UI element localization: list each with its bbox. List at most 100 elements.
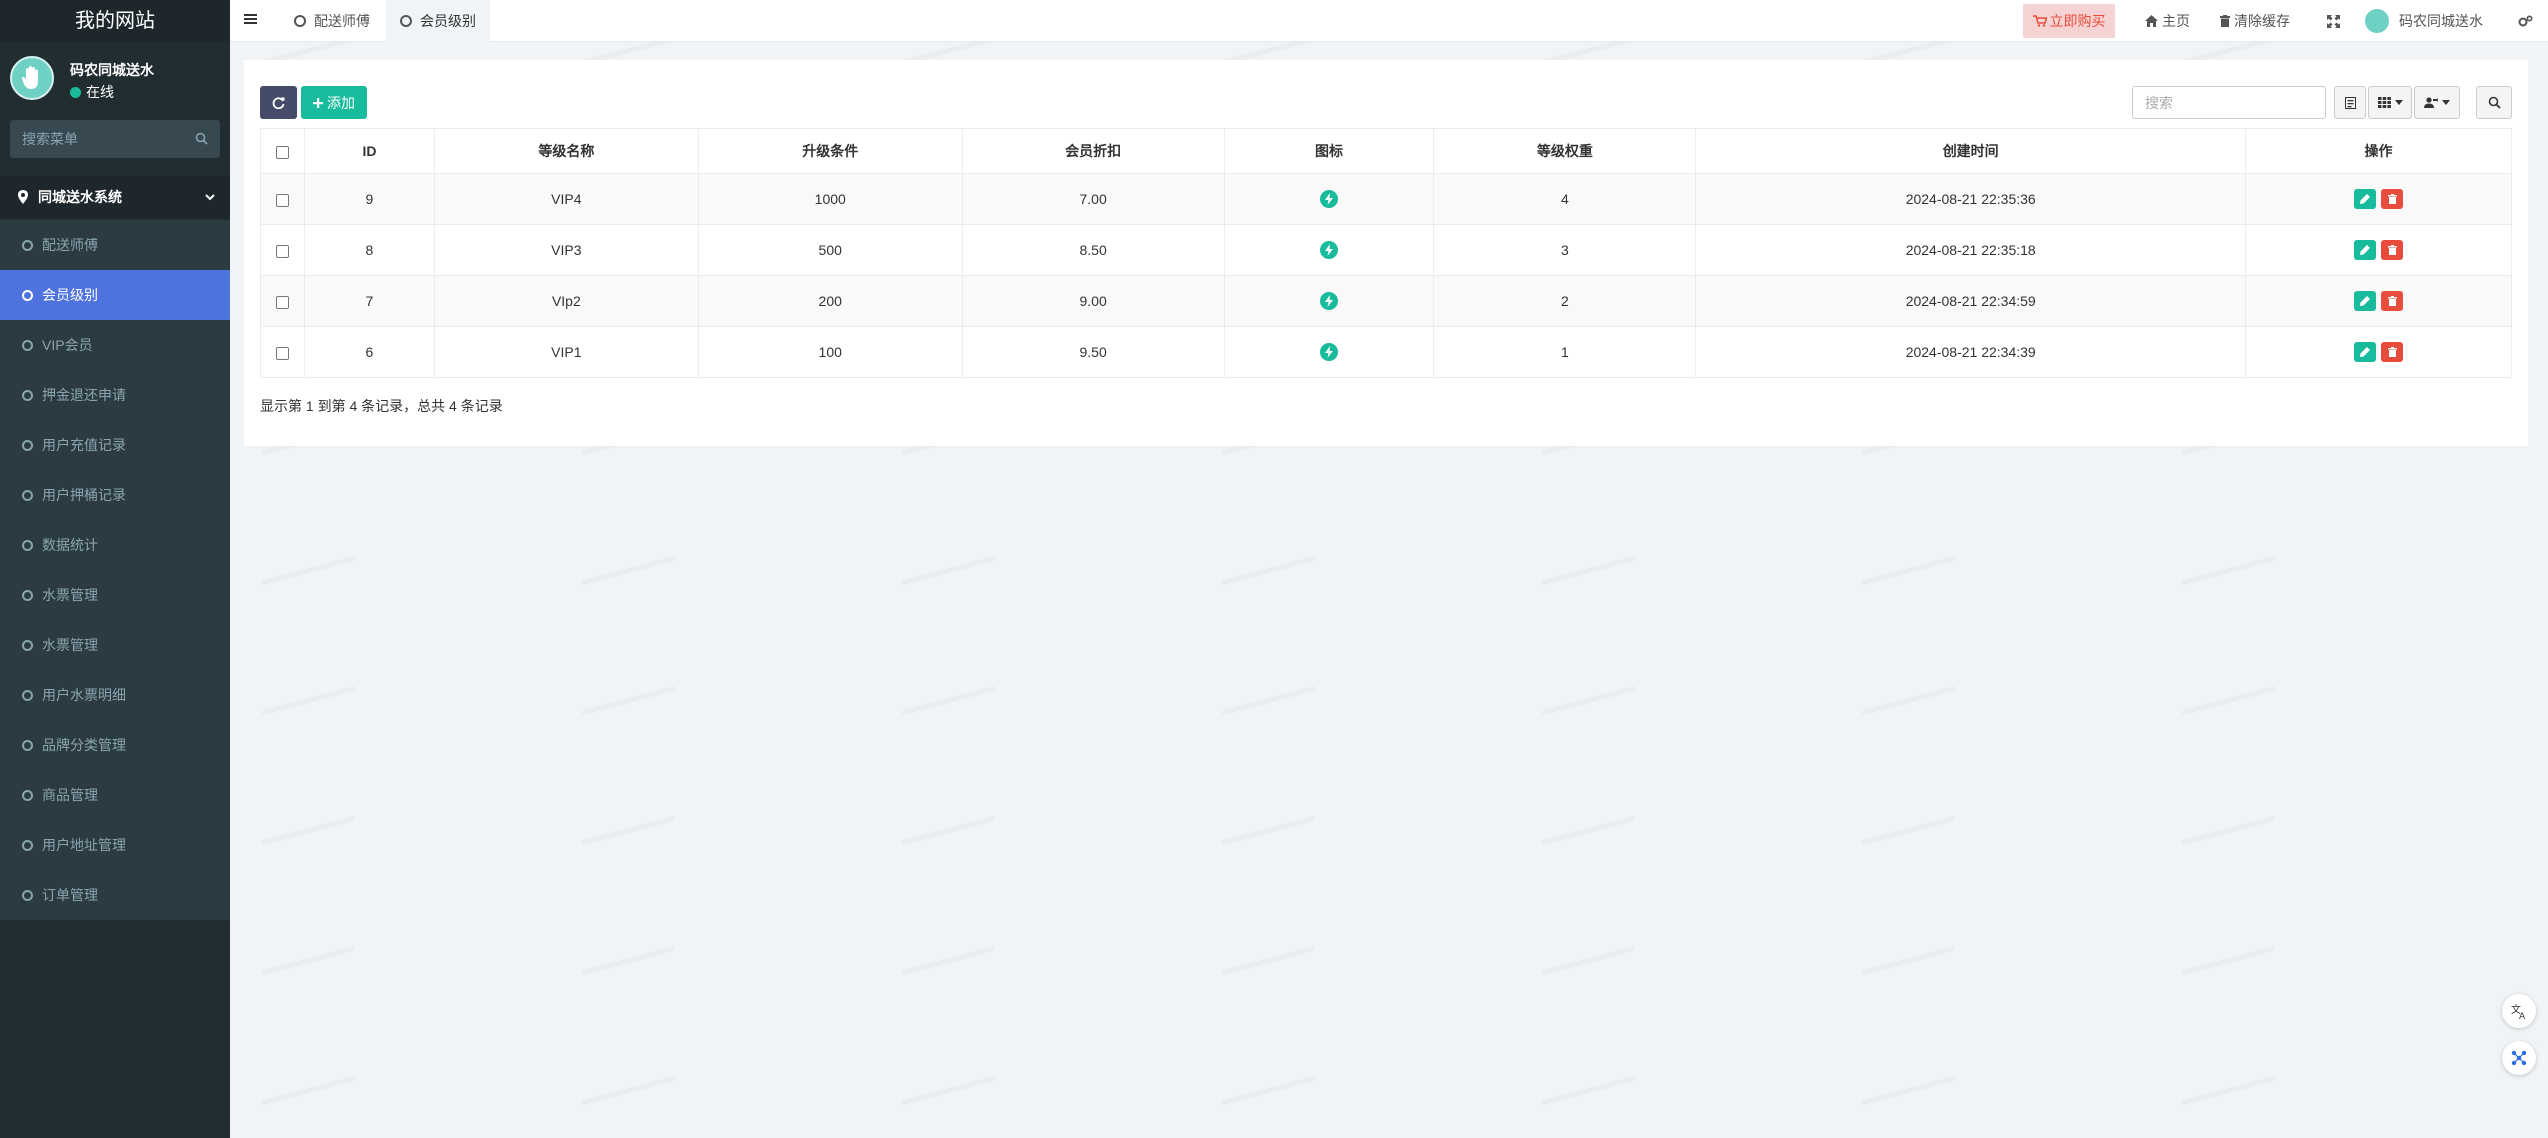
column-header-actions: 操作 [2245,128,2512,174]
watermark-tile: ▬▬▬▬▬▬ [899,547,997,590]
network-icon [2511,1050,2527,1066]
sidebar-item-brand-category[interactable]: 品牌分类管理 [0,720,230,770]
table-row[interactable]: 7 VIp2 200 9.00 2 2024-08-21 22:34:59 [260,275,2512,327]
settings-button[interactable] [2518,0,2537,42]
translate-button[interactable]: 文A [2502,994,2536,1028]
toggle-view-button[interactable] [2334,86,2366,119]
edit-button[interactable] [2353,342,2376,362]
user-status-label: 在线 [86,84,114,100]
columns-dropdown[interactable] [2368,86,2412,119]
watermark-tile: ▬▬▬▬▬▬ [2179,937,2277,980]
column-header-discount[interactable]: 会员折扣 [961,128,1225,174]
cell-id: 8 [303,224,435,276]
buy-now-button[interactable]: 立即购买 [2023,4,2115,38]
top-navbar: 配送师傅 会员级别 立即购买 主页 清除缓存 码农同城送水 [230,0,2548,42]
menu-group-label: 同城送水系统 [38,189,122,205]
circle-icon [22,589,33,601]
watermark-tile: ▬▬▬▬▬▬ [259,807,357,850]
refresh-button[interactable] [260,86,297,119]
table-row[interactable]: 9 VIP4 1000 7.00 4 2024-08-21 22:35:36 [260,173,2512,225]
site-logo[interactable]: 我的网站 [0,0,230,42]
select-all-checkbox[interactable] [275,145,289,159]
watermark-tile: ▬▬▬▬▬▬ [259,1067,357,1110]
circle-icon [22,389,33,401]
advanced-search-button[interactable] [2476,86,2512,119]
sidebar-item-statistics[interactable]: 数据统计 [0,520,230,570]
watermark-tile: ▬▬▬▬▬▬ [1859,807,1957,850]
edit-button[interactable] [2353,189,2376,209]
table-row[interactable]: 6 VIP1 100 9.50 1 2024-08-21 22:34:39 [260,326,2512,378]
watermark-tile: ▬▬▬▬▬▬ [1859,1067,1957,1110]
watermark-tile: ▬▬▬▬▬▬ [1859,937,1957,980]
sidebar-item-deposit-refund[interactable]: 押金退还申请 [0,370,230,420]
sidebar-item-label: 用户充值记录 [42,437,126,453]
delete-button[interactable] [2381,342,2404,362]
sidebar-item-member-level[interactable]: 会员级别 [0,270,230,320]
watermark-tile: ▬▬▬▬▬▬ [2179,1067,2277,1110]
sidebar-item-water-ticket-2[interactable]: 水票管理 [0,620,230,670]
sidebar-item-ticket-detail[interactable]: 用户水票明细 [0,670,230,720]
column-header-weight[interactable]: 等级权重 [1433,128,1697,174]
column-header-name[interactable]: 等级名称 [433,128,699,174]
sidebar-item-label: 商品管理 [42,787,98,803]
column-header-icon[interactable]: 图标 [1223,128,1435,174]
sidebar-item-orders[interactable]: 订单管理 [0,870,230,920]
table-row[interactable]: 8 VIP3 500 8.50 3 2024-08-21 22:35:18 [260,224,2512,276]
menu-search-input[interactable] [10,120,180,158]
cell-icon [1223,326,1435,378]
row-checkbox[interactable] [275,295,289,309]
sidebar-item-delivery[interactable]: 配送师傅 [0,220,230,270]
home-link[interactable]: 主页 [2145,0,2190,42]
tab-label: 配送师傅 [314,13,370,29]
sidebar-item-label: 会员级别 [42,287,98,303]
search-icon[interactable] [195,132,208,148]
user-panel: 码农同城送水 在线 [0,42,230,110]
circle-icon [22,739,33,751]
add-button[interactable]: 添加 [301,86,367,119]
circle-icon [22,289,33,301]
trash-icon [2220,15,2230,27]
watermark-tile: ▬▬▬▬▬▬ [1539,547,1637,590]
row-checkbox[interactable] [275,244,289,258]
sidebar-item-label: 用户水票明细 [42,687,126,703]
delete-button[interactable] [2381,189,2404,209]
column-header-id[interactable]: ID [303,128,435,174]
row-checkbox[interactable] [275,346,289,360]
tab-delivery[interactable]: 配送师傅 [280,0,384,42]
tab-member-level[interactable]: 会员级别 [386,0,490,42]
edit-button[interactable] [2353,240,2376,260]
home-icon [2145,15,2158,27]
cell-discount: 9.50 [961,326,1225,378]
delete-button[interactable] [2381,291,2404,311]
column-header-created[interactable]: 创建时间 [1695,128,2247,174]
watermark-tile: ▬▬▬▬▬▬ [259,937,357,980]
menu-group-water-system[interactable]: 同城送水系统 [0,176,230,218]
export-dropdown[interactable] [2414,86,2460,119]
sidebar-item-vip-member[interactable]: VIP会员 [0,320,230,370]
cell-discount: 8.50 [961,224,1225,276]
hamburger-icon[interactable] [244,12,258,29]
sidebar-item-products[interactable]: 商品管理 [0,770,230,820]
sidebar-item-label: 押金退还申请 [42,387,126,403]
delete-button[interactable] [2381,240,2404,260]
user-menu[interactable]: 码农同城送水 [2365,0,2483,42]
export-icon [2424,96,2438,108]
edit-button[interactable] [2353,291,2376,311]
sidebar-item-water-ticket[interactable]: 水票管理 [0,570,230,620]
trash-icon [2387,245,2397,255]
watermark-tile: ▬▬▬▬▬▬ [1219,547,1317,590]
table-search-input[interactable] [2132,86,2326,119]
sidebar-item-addresses[interactable]: 用户地址管理 [0,820,230,870]
cell-icon [1223,173,1435,225]
sidebar: 我的网站 码农同城送水 在线 同城送水系统 配送师傅 会员级别 VIP会员 押金… [0,0,230,1138]
sidebar-item-recharge-records[interactable]: 用户充值记录 [0,420,230,470]
fullscreen-button[interactable] [2327,0,2344,42]
clear-cache-link[interactable]: 清除缓存 [2220,0,2290,42]
network-tool-button[interactable] [2502,1041,2536,1075]
sidebar-item-label: 用户押桶记录 [42,487,126,503]
row-checkbox[interactable] [275,193,289,207]
sidebar-item-label: 配送师傅 [42,237,98,253]
column-header-condition[interactable]: 升级条件 [697,128,963,174]
sidebar-item-bucket-records[interactable]: 用户押桶记录 [0,470,230,520]
sidebar-item-label: 水票管理 [42,587,98,603]
